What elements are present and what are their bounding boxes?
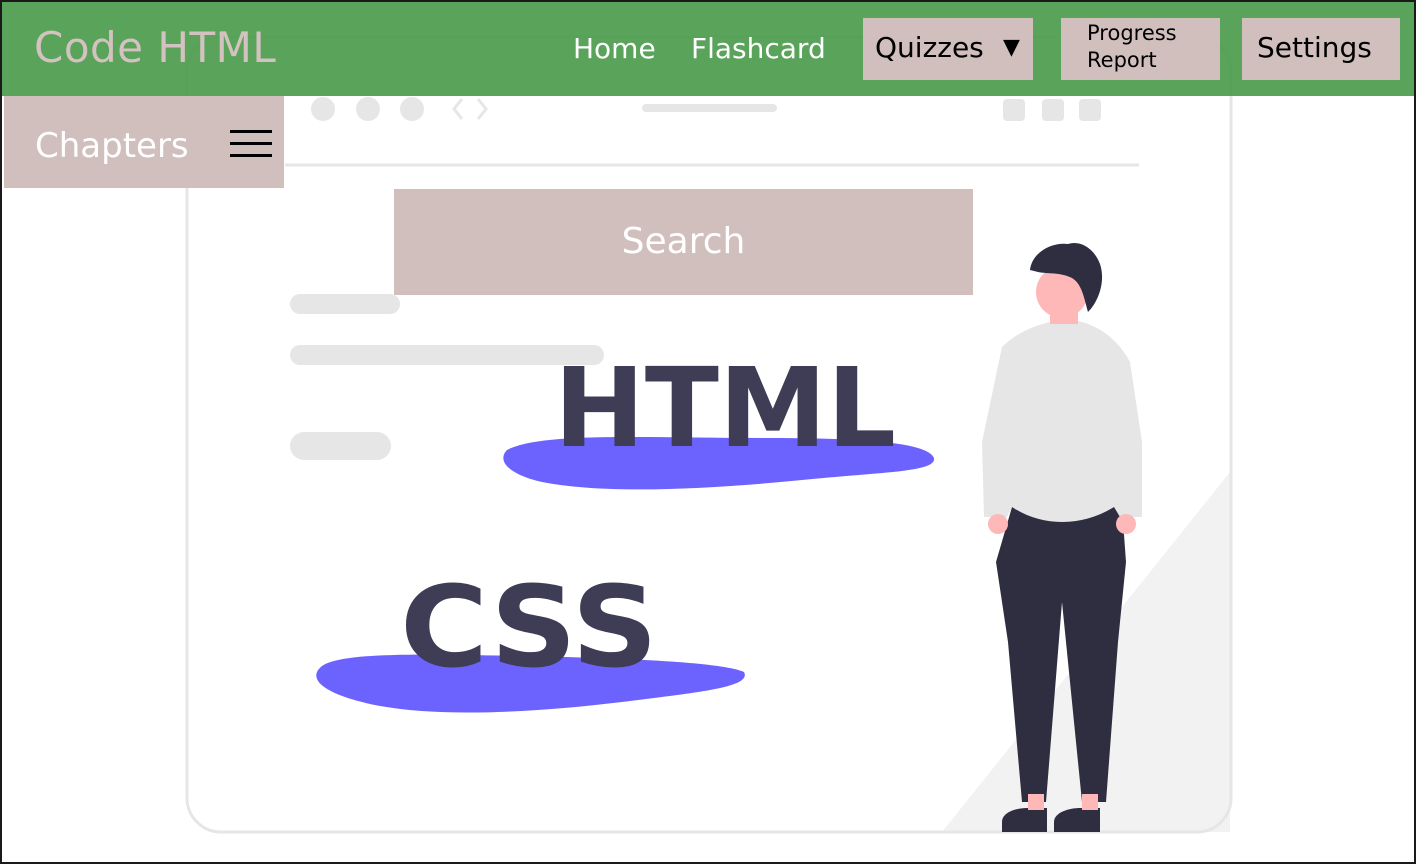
top-navbar: Code HTML Home Flashcard Quizzes ▼ Progr… — [2, 2, 1414, 96]
window-button — [1042, 99, 1064, 121]
search-button[interactable]: Search — [394, 189, 973, 295]
quizzes-label: Quizzes — [875, 31, 984, 64]
window-dot — [311, 97, 335, 121]
placeholder-line — [290, 432, 391, 460]
brand-logo[interactable]: Code HTML — [34, 20, 276, 76]
window-dot — [356, 97, 380, 121]
progress-report-label: Progress Report — [1087, 21, 1177, 72]
html-badge-text: HTML — [554, 344, 896, 472]
code-bracket-icon — [452, 98, 488, 120]
window-button — [1003, 99, 1025, 121]
nav-flashcard-link[interactable]: Flashcard — [691, 30, 826, 68]
placeholder-line — [290, 294, 400, 314]
settings-label: Settings — [1257, 31, 1372, 64]
progress-report-button[interactable]: Progress Report — [1061, 18, 1220, 80]
person-sweater — [982, 320, 1142, 522]
chevron-down-icon: ▼ — [1003, 35, 1020, 60]
person-hand — [1116, 514, 1136, 534]
window-button — [1079, 99, 1101, 121]
person-hand — [988, 514, 1008, 534]
quizzes-dropdown-button[interactable]: Quizzes ▼ — [863, 18, 1033, 80]
person-ankle — [1082, 794, 1098, 810]
nav-home-link[interactable]: Home — [573, 30, 656, 68]
chapters-label: Chapters — [35, 126, 189, 166]
address-bar — [642, 104, 777, 112]
hamburger-icon — [230, 130, 272, 158]
settings-button[interactable]: Settings — [1242, 18, 1400, 80]
chapters-menu-button[interactable]: Chapters — [4, 96, 284, 188]
window-dot — [400, 97, 424, 121]
person-ankle — [1028, 794, 1044, 810]
css-badge-text: CSS — [400, 563, 658, 693]
app-frame: HTML CSS Code HTML Home Flashcard Quizze… — [0, 0, 1416, 864]
search-label: Search — [621, 221, 746, 262]
